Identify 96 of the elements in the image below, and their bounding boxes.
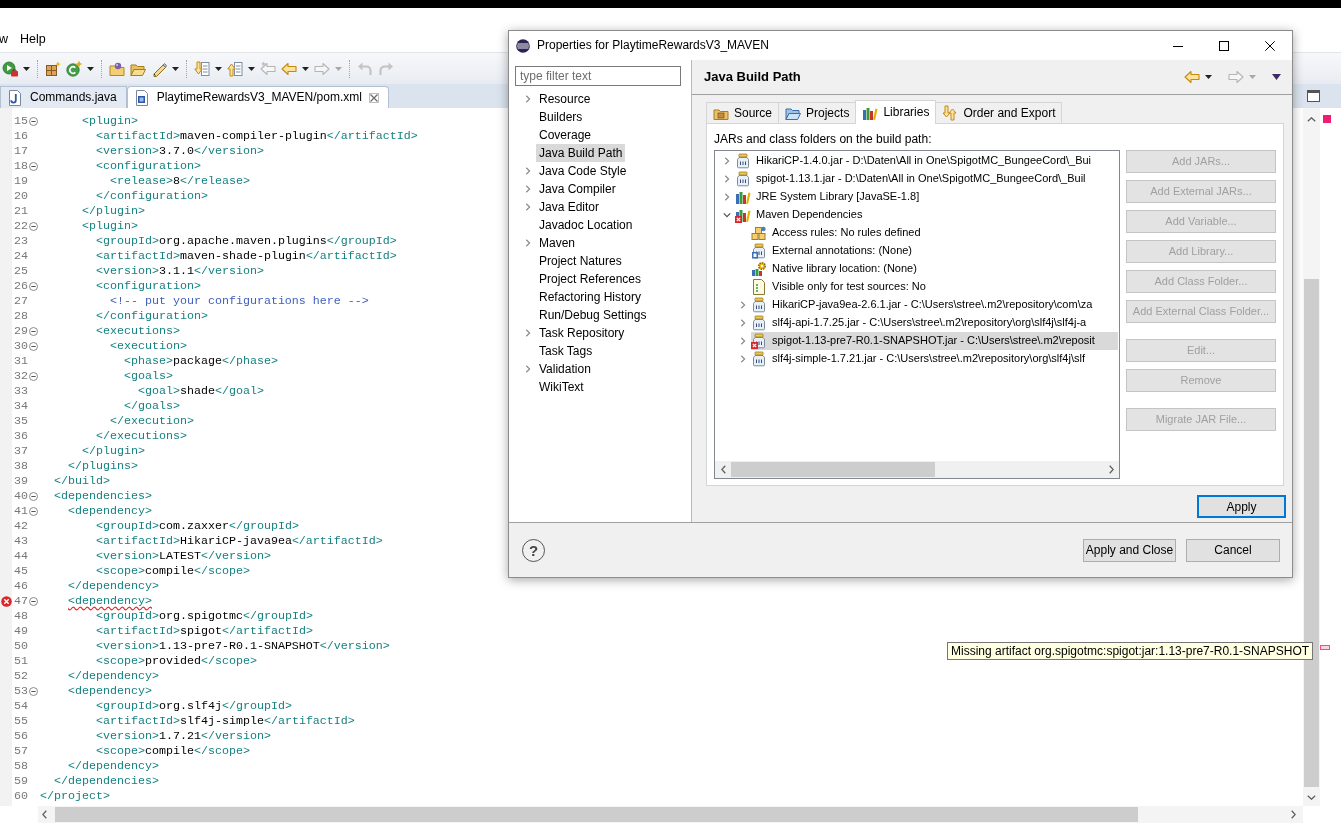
line-number: 49 (14, 624, 28, 639)
line-number: 52 (14, 669, 28, 684)
line-number: 41 (14, 504, 28, 519)
line-number: 53 (14, 684, 28, 699)
line-number: 40 (14, 489, 28, 504)
line-number: 21 (14, 204, 28, 219)
code-line: <version>3.1.1</version> (96, 264, 264, 279)
line-number: 51 (14, 654, 28, 669)
code-line: <phase>package</phase> (124, 354, 278, 369)
line-number: 54 (14, 699, 28, 714)
line-number: 17 (14, 144, 28, 159)
line-number: 27 (14, 294, 28, 309)
code-line: <version>3.7.0</version> (96, 144, 264, 159)
code-line: <execution> (110, 339, 187, 354)
code-line: </configuration> (96, 309, 208, 324)
code-line: <dependency> (68, 504, 152, 519)
code-line: </executions> (96, 429, 187, 444)
line-number: 57 (14, 744, 28, 759)
code-line: <configuration> (96, 159, 201, 174)
line-number: 31 (14, 354, 28, 369)
line-number: 46 (14, 579, 28, 594)
line-number: 20 (14, 189, 28, 204)
code-line: <artifactId>HikariCP-java9ea</artifactId> (96, 534, 383, 549)
code-line: </dependencies> (54, 774, 159, 789)
code-line: <goal>shade</goal> (138, 384, 264, 399)
line-number: 35 (14, 414, 28, 429)
code-line: <goals> (124, 369, 173, 384)
line-number: 30 (14, 339, 28, 354)
code-line: <groupId>com.zaxxer</groupId> (96, 519, 299, 534)
code-line: </goals> (124, 399, 180, 414)
code-line: <groupId>org.slf4j</groupId> (96, 699, 292, 714)
list-label: JARs and class folders on the build path: (714, 132, 933, 146)
code-line: <artifactId>maven-shade-plugin</artifactId> (96, 249, 397, 264)
line-number: 42 (14, 519, 28, 534)
code-line: </plugin> (82, 204, 145, 219)
line-number: 32 (14, 369, 28, 384)
page-title: Java Build Path (704, 69, 801, 85)
line-number: 34 (14, 399, 28, 414)
line-number: 36 (14, 429, 28, 444)
line-number: 33 (14, 384, 28, 399)
line-number: 45 (14, 564, 28, 579)
dialog-title: Properties for PlaytimeRewardsV3_MAVEN (537, 38, 769, 53)
code-line: <scope>compile</scope> (96, 744, 250, 759)
line-number: 16 (14, 129, 28, 144)
line-number: 15 (14, 114, 28, 129)
code-line: <plugin> (82, 114, 138, 129)
code-line: </dependency> (68, 669, 159, 684)
line-number: 59 (14, 774, 28, 789)
line-number: 43 (14, 534, 28, 549)
code-line: <dependency> (68, 594, 152, 609)
line-number: 37 (14, 444, 28, 459)
line-number: 50 (14, 639, 28, 654)
code-line: <release>8</release> (110, 174, 250, 189)
code-line: <artifactId>spigot</artifactId> (96, 624, 313, 639)
line-number: 60 (14, 789, 28, 804)
code-line: </build> (54, 474, 110, 489)
code-line: <scope>compile</scope> (96, 564, 250, 579)
code-line: <version>1.13-pre7-R0.1-SNAPSHOT</version> (96, 639, 390, 654)
code-line: <configuration> (96, 279, 201, 294)
code-line: <groupId>org.spigotmc</groupId> (96, 609, 313, 624)
line-number: 39 (14, 474, 28, 489)
line-number: 48 (14, 609, 28, 624)
line-number: 24 (14, 249, 28, 264)
code-line: <dependency> (68, 684, 152, 699)
line-number: 26 (14, 279, 28, 294)
code-line: </execution> (110, 414, 194, 429)
line-number: 28 (14, 309, 28, 324)
code-line: <!-- put your configurations here --> (110, 294, 369, 309)
line-number: 29 (14, 324, 28, 339)
code-line: <artifactId>slf4j-simple</artifactId> (96, 714, 355, 729)
line-number: 47 (14, 594, 28, 609)
line-number: 25 (14, 264, 28, 279)
line-number: 38 (14, 459, 28, 474)
code-line: </dependency> (68, 759, 159, 774)
code-line: </configuration> (96, 189, 208, 204)
tooltip: Missing artifact org.spigotmc:spigot:jar:1.13-pre7-R0.1-SNAPSHOT (947, 642, 1314, 660)
code-line: <version>LATEST</version> (96, 549, 271, 564)
line-number: 22 (14, 219, 28, 234)
code-line: <plugin> (82, 219, 138, 234)
line-number: 55 (14, 714, 28, 729)
line-number: 18 (14, 159, 28, 174)
code-line: </plugin> (82, 444, 145, 459)
code-line: <version>1.7.21</version> (96, 729, 271, 744)
code-line: </plugins> (68, 459, 138, 474)
code-line: <artifactId>maven-compiler-plugin</artifactId> (96, 129, 418, 144)
line-number: 19 (14, 174, 28, 189)
line-number: 58 (14, 759, 28, 774)
line-number: 23 (14, 234, 28, 249)
code-line: </dependency> (68, 579, 159, 594)
code-line: </project> (40, 789, 110, 804)
line-number: 56 (14, 729, 28, 744)
code-line: <dependencies> (54, 489, 152, 504)
code-line: <executions> (96, 324, 180, 339)
line-number: 44 (14, 549, 28, 564)
code-line: <scope>provided</scope> (96, 654, 257, 669)
code-line: <groupId>org.apache.maven.plugins</groupId> (96, 234, 397, 249)
